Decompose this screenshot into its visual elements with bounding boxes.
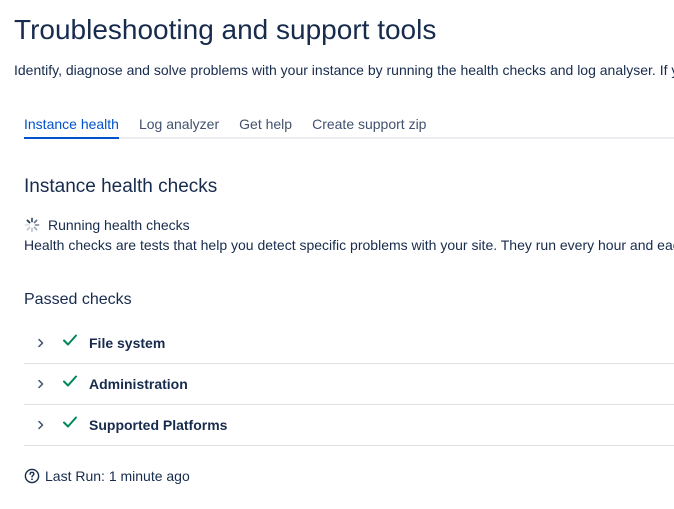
last-run-info: Last Run: 1 minute ago xyxy=(24,468,190,484)
check-label: File system xyxy=(89,335,166,351)
page-title: Troubleshooting and support tools xyxy=(14,14,437,45)
passed-checks-list: File system Administration Supported Pla… xyxy=(24,323,674,446)
checkmark-icon xyxy=(63,375,77,387)
tab-create-support-zip[interactable]: Create support zip xyxy=(312,113,426,137)
check-label: Supported Platforms xyxy=(89,417,228,433)
running-label: Running health checks xyxy=(48,217,190,233)
check-row-administration[interactable]: Administration xyxy=(24,364,674,405)
section-title: Instance health checks xyxy=(24,176,218,197)
check-row-supported-platforms[interactable]: Supported Platforms xyxy=(24,405,674,446)
tab-bar: Instance health Log analyzer Get help Cr… xyxy=(24,113,674,139)
chevron-right-icon[interactable] xyxy=(34,379,48,389)
passed-checks-heading: Passed checks xyxy=(24,291,132,308)
health-explanation: Health checks are tests that help you de… xyxy=(24,237,674,253)
spinner-icon xyxy=(24,217,40,233)
tab-get-help[interactable]: Get help xyxy=(239,113,292,137)
last-run-label: Last Run: 1 minute ago xyxy=(45,468,190,484)
tab-log-analyzer[interactable]: Log analyzer xyxy=(139,113,219,137)
checkmark-icon xyxy=(63,334,77,346)
tab-instance-health[interactable]: Instance health xyxy=(24,113,119,139)
running-status: Running health checks xyxy=(24,217,190,233)
page-description: Identify, diagnose and solve problems wi… xyxy=(14,62,674,78)
checkmark-icon xyxy=(63,416,77,428)
chevron-right-icon[interactable] xyxy=(34,420,48,430)
check-label: Administration xyxy=(89,376,188,392)
check-row-file-system[interactable]: File system xyxy=(24,323,674,364)
chevron-right-icon[interactable] xyxy=(34,338,48,348)
question-circle-icon[interactable] xyxy=(24,468,40,484)
